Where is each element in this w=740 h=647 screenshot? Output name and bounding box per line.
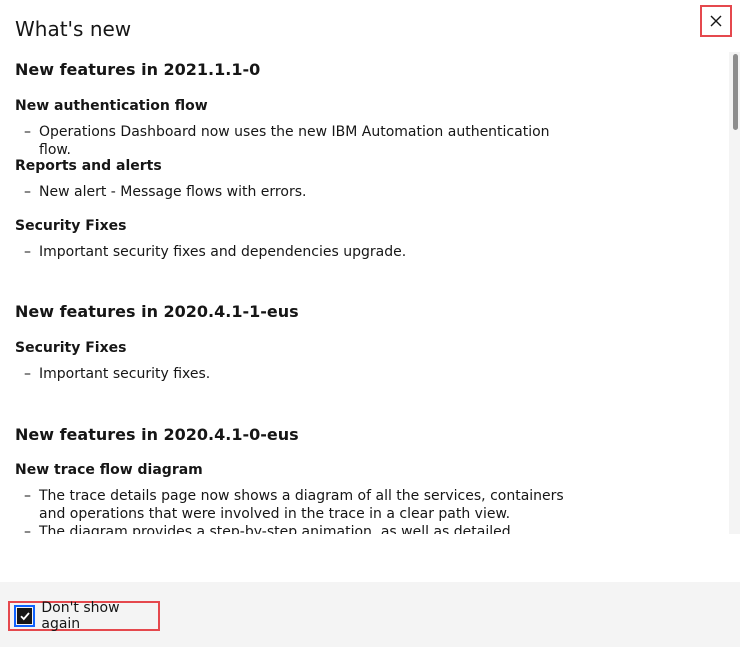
checkmark-icon — [20, 612, 30, 621]
section-heading: New features in 2020.4.1-0-eus — [15, 425, 299, 444]
close-icon — [710, 15, 722, 27]
list-item-text: New alert - Message flows with errors. — [39, 184, 307, 200]
item-title: New trace flow diagram — [15, 462, 203, 478]
dont-show-again-checkbox[interactable]: Don't show again — [8, 600, 160, 632]
bullet-marker: – — [24, 524, 31, 534]
list-item: – Operations Dashboard now uses the new … — [24, 123, 574, 159]
list-item-text: The trace details page now shows a diagr… — [39, 488, 564, 522]
modal-footer: Don't show again — [0, 582, 740, 647]
list-item-text: Important security fixes and dependencie… — [39, 244, 407, 260]
list-item-text: The diagram provides a step-by-step anim… — [39, 524, 511, 534]
whats-new-modal: What's new New features in 2021.1.1-0 Ne… — [0, 0, 740, 647]
bullet-marker: – — [24, 124, 31, 140]
bullet-marker: – — [24, 366, 31, 382]
scrollbar-thumb[interactable] — [733, 54, 738, 130]
section-heading: New features in 2021.1.1-0 — [15, 60, 261, 79]
item-title: Reports and alerts — [15, 158, 162, 174]
release-notes-content[interactable]: New features in 2021.1.1-0 New authentic… — [0, 52, 728, 534]
item-title: New authentication flow — [15, 98, 208, 114]
checkbox-box[interactable] — [13, 605, 36, 627]
bullet-marker: – — [24, 488, 31, 504]
bullet-marker: – — [24, 184, 31, 200]
list-item: – The diagram provides a step-by-step an… — [24, 523, 574, 534]
item-title: Security Fixes — [15, 340, 127, 356]
checkbox-label: Don't show again — [41, 600, 120, 632]
list-item: – The trace details page now shows a dia… — [24, 487, 574, 523]
list-item-text: Important security fixes. — [39, 366, 211, 382]
list-item-text: Operations Dashboard now uses the new IB… — [39, 124, 550, 158]
content-scrollbar[interactable] — [729, 52, 740, 534]
list-item: – Important security fixes and dependenc… — [24, 243, 574, 261]
item-title: Security Fixes — [15, 218, 127, 234]
modal-title: What's new — [15, 17, 132, 41]
bullet-marker: – — [24, 244, 31, 260]
list-item: – Important security fixes. — [24, 365, 574, 383]
section-heading: New features in 2020.4.1-1-eus — [15, 302, 299, 321]
close-button[interactable] — [700, 5, 732, 37]
list-item: – New alert - Message flows with errors. — [24, 183, 574, 201]
